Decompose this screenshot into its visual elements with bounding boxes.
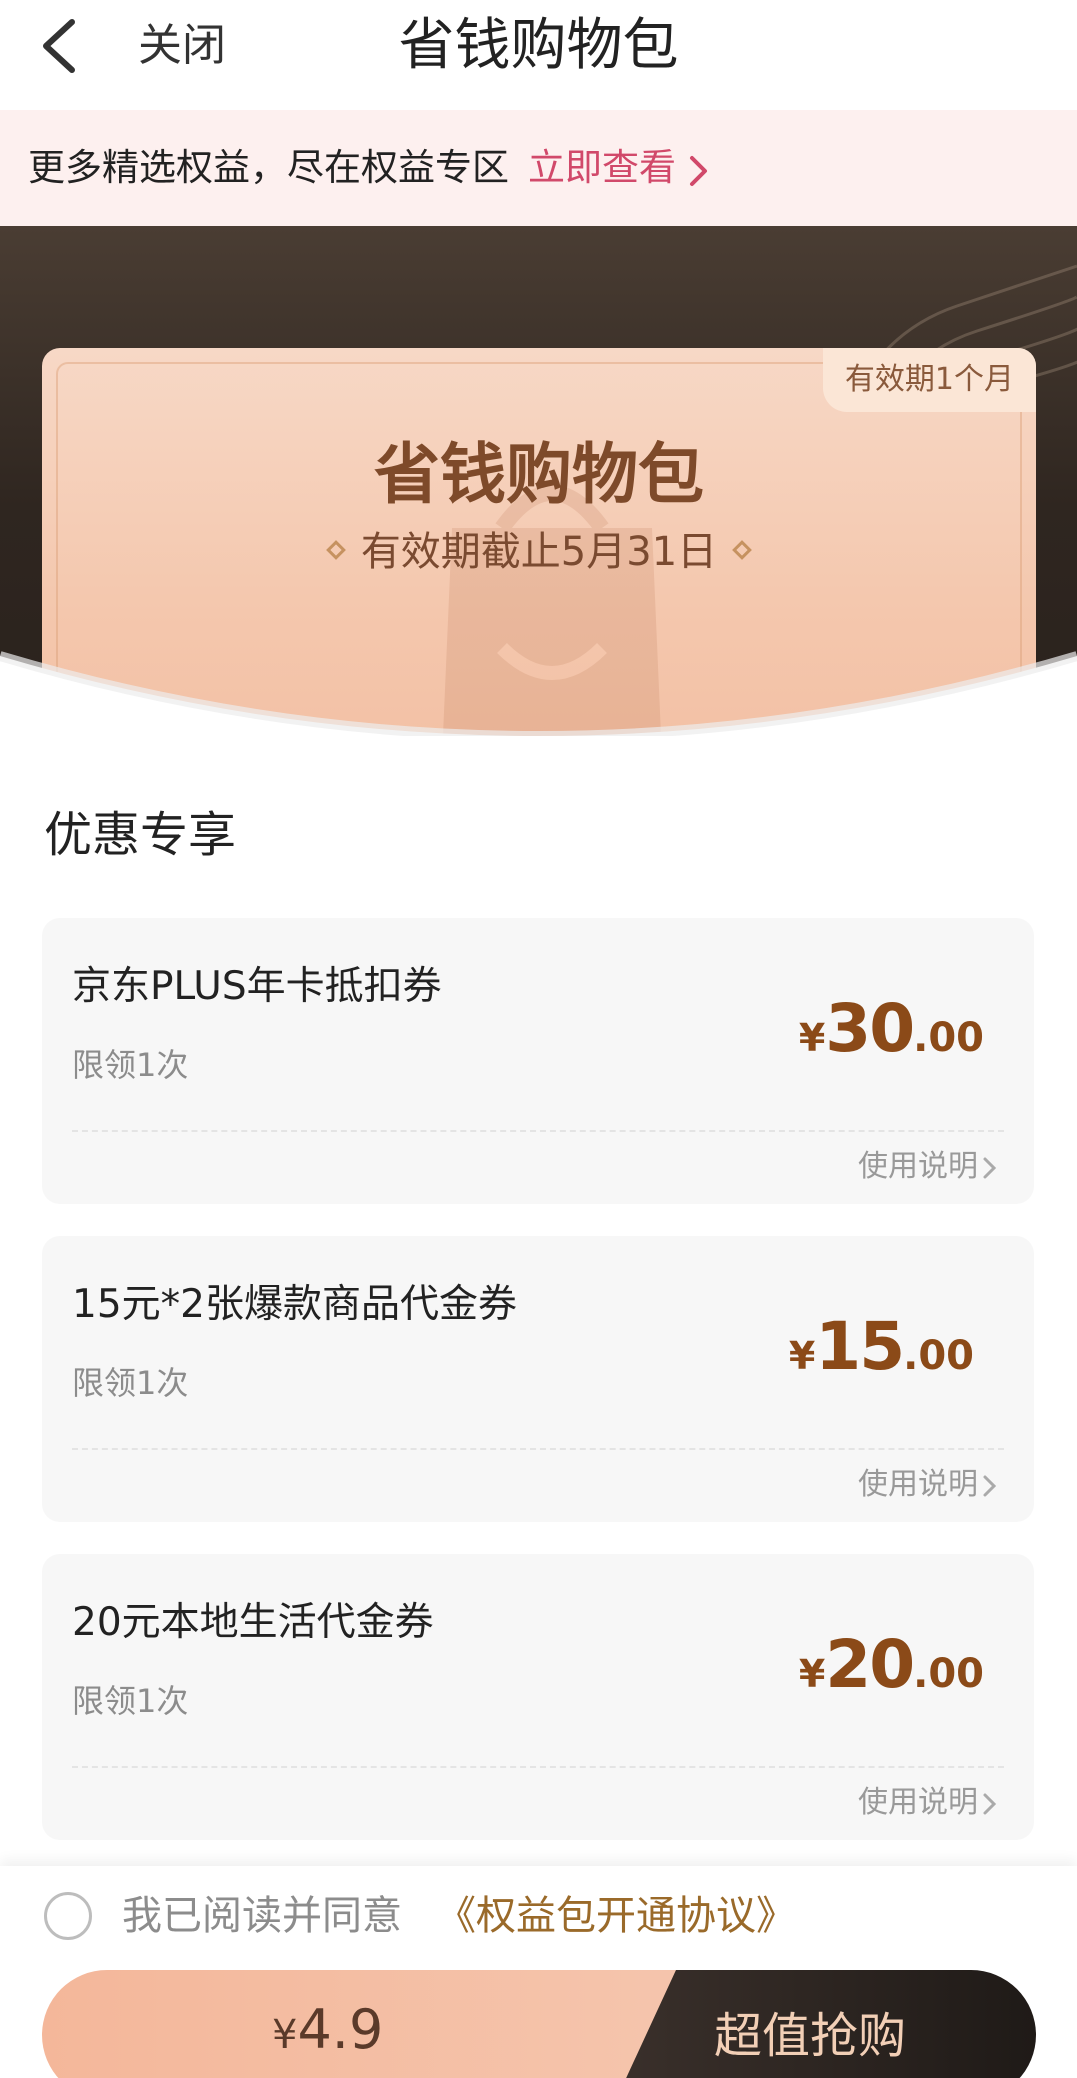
currency-symbol: ¥ bbox=[272, 2012, 298, 2058]
chevron-right-icon bbox=[690, 156, 707, 186]
usage-help-link[interactable]: 使用说明 bbox=[858, 1780, 978, 1826]
usage-help-link[interactable]: 使用说明 bbox=[858, 1144, 978, 1190]
promo-text: 更多精选权益，尽在权益专区 bbox=[28, 146, 509, 189]
diamond-icon bbox=[732, 540, 753, 560]
chevron-right-icon bbox=[983, 1793, 997, 1815]
promo-banner: 更多精选权益，尽在权益专区 立即查看 bbox=[0, 110, 1077, 226]
buy-button-label[interactable]: 超值抢购 bbox=[714, 1996, 906, 2076]
coupon-card[interactable]: 京东PLUS年卡抵扣券 限领1次 ¥30.00 使用说明 bbox=[42, 918, 1034, 1204]
dashed-divider bbox=[72, 1130, 1004, 1132]
dashed-divider bbox=[72, 1448, 1004, 1450]
diamond-icon bbox=[325, 540, 346, 560]
coupon-price: ¥15.00 bbox=[789, 1308, 974, 1398]
usage-help-link[interactable]: 使用说明 bbox=[858, 1462, 978, 1508]
price-value: 4.9 bbox=[297, 1998, 384, 2061]
currency-symbol: ¥ bbox=[798, 1652, 826, 1696]
coupon-limit: 限领1次 bbox=[72, 1364, 189, 1402]
package-price: ¥4.9 bbox=[272, 1990, 383, 2078]
price-decimal: .00 bbox=[903, 1333, 974, 1379]
hero-section: 有效期1个月 省钱购物包 有效期截止5月31日 bbox=[0, 226, 1077, 736]
page: 关闭 省钱购物包 更多精选权益，尽在权益专区 立即查看 有效期1个月 省钱购物包 bbox=[0, 0, 1077, 2078]
validity-badge: 有效期1个月 bbox=[822, 348, 1036, 412]
coupon-price: ¥30.00 bbox=[799, 990, 984, 1080]
currency-symbol: ¥ bbox=[798, 1016, 826, 1060]
coupon-limit: 限领1次 bbox=[72, 1682, 189, 1720]
card-subtitle-text: 有效期截止5月31日 bbox=[360, 529, 718, 575]
agreement-link[interactable]: 《权益包开通协议》 bbox=[436, 1886, 796, 1946]
dashed-divider bbox=[72, 1766, 1004, 1768]
coupon-limit: 限领1次 bbox=[72, 1046, 189, 1084]
chevron-right-icon bbox=[983, 1157, 997, 1179]
coupon-price: ¥20.00 bbox=[799, 1626, 984, 1716]
chevron-right-icon bbox=[983, 1475, 997, 1497]
coupon-name: 京东PLUS年卡抵扣券 bbox=[72, 964, 442, 1009]
coupon-card[interactable]: 20元本地生活代金券 限领1次 ¥20.00 使用说明 bbox=[42, 1554, 1034, 1840]
purchase-bar: ¥4.9 超值抢购 bbox=[42, 1970, 1036, 2078]
section-title: 优惠专享 bbox=[44, 807, 237, 863]
price-decimal: .00 bbox=[913, 1651, 984, 1697]
currency-symbol: ¥ bbox=[788, 1334, 816, 1378]
agreement-text: 我已阅读并同意 bbox=[122, 1893, 402, 1939]
coupon-name: 15元*2张爆款商品代金券 bbox=[72, 1282, 517, 1327]
page-title: 省钱购物包 bbox=[398, 13, 679, 78]
price-decimal: .00 bbox=[913, 1015, 984, 1061]
agreement-checkbox[interactable] bbox=[44, 1892, 92, 1940]
nav-bar: 关闭 省钱购物包 bbox=[0, 0, 1077, 110]
price-integer: 30 bbox=[825, 990, 915, 1067]
bottom-bar: 我已阅读并同意 《权益包开通协议》 ¥4.9 超值抢购 bbox=[0, 1866, 1077, 2078]
card-subtitle: 有效期截止5月31日 bbox=[42, 524, 1036, 580]
price-integer: 15 bbox=[815, 1308, 905, 1385]
price-integer: 20 bbox=[825, 1626, 915, 1703]
coupon-name: 20元本地生活代金券 bbox=[72, 1600, 434, 1645]
coupon-card[interactable]: 15元*2张爆款商品代金券 限领1次 ¥15.00 使用说明 bbox=[42, 1236, 1034, 1522]
hero-curve bbox=[0, 651, 1077, 736]
promo-view-link[interactable]: 立即查看 bbox=[528, 140, 676, 196]
card-title: 省钱购物包 bbox=[374, 436, 704, 513]
